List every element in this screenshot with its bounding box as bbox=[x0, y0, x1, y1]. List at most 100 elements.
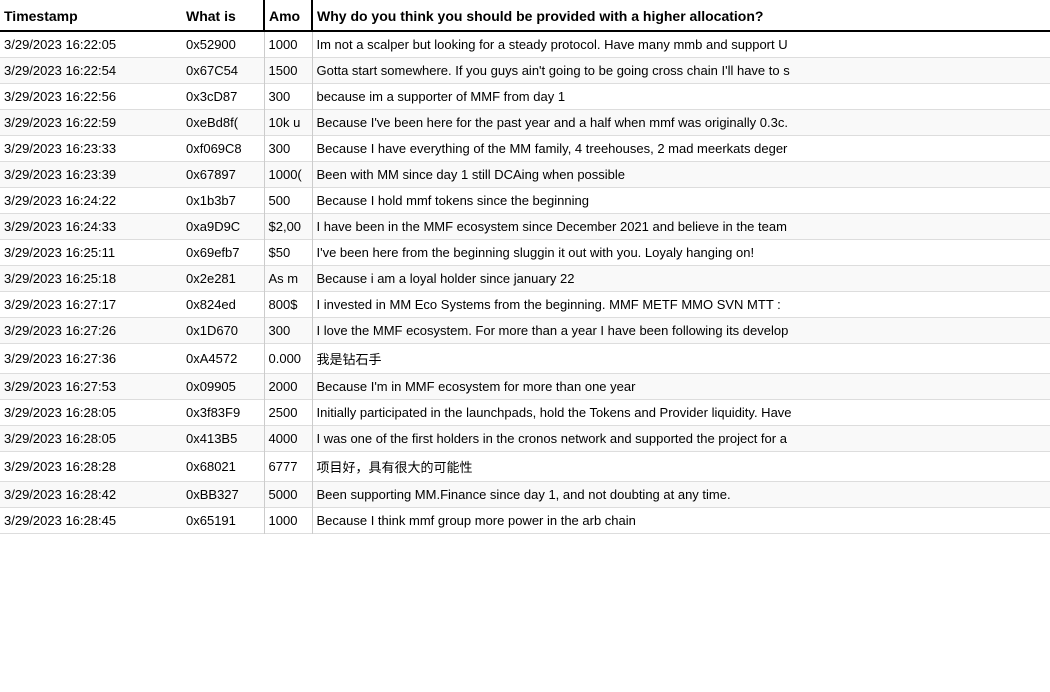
cell-whatis: 0xeBd8f( bbox=[182, 110, 264, 136]
cell-timestamp: 3/29/2023 16:27:26 bbox=[0, 318, 182, 344]
table-row: 3/29/2023 16:25:110x69efb7$50I've been h… bbox=[0, 240, 1050, 266]
cell-whatis: 0x09905 bbox=[182, 374, 264, 400]
cell-reason: Because I'm in MMF ecosystem for more th… bbox=[312, 374, 1050, 400]
cell-reason: 项目好，具有很大的可能性 bbox=[312, 452, 1050, 482]
cell-amount: 300 bbox=[264, 318, 312, 344]
cell-whatis: 0xBB327 bbox=[182, 482, 264, 508]
cell-reason: I invested in MM Eco Systems from the be… bbox=[312, 292, 1050, 318]
cell-timestamp: 3/29/2023 16:22:56 bbox=[0, 84, 182, 110]
cell-timestamp: 3/29/2023 16:23:33 bbox=[0, 136, 182, 162]
cell-reason: Been supporting MM.Finance since day 1, … bbox=[312, 482, 1050, 508]
table-row: 3/29/2023 16:23:330xf069C8300Because I h… bbox=[0, 136, 1050, 162]
cell-amount: 0.000 bbox=[264, 344, 312, 374]
table-row: 3/29/2023 16:22:540x67C541500Gotta start… bbox=[0, 58, 1050, 84]
table-row: 3/29/2023 16:27:260x1D670300I love the M… bbox=[0, 318, 1050, 344]
cell-whatis: 0x3f83F9 bbox=[182, 400, 264, 426]
cell-whatis: 0x67897 bbox=[182, 162, 264, 188]
cell-timestamp: 3/29/2023 16:28:05 bbox=[0, 426, 182, 452]
cell-reason: Because I have everything of the MM fami… bbox=[312, 136, 1050, 162]
cell-whatis: 0x68021 bbox=[182, 452, 264, 482]
cell-timestamp: 3/29/2023 16:22:05 bbox=[0, 31, 182, 58]
cell-reason: 我是钻石手 bbox=[312, 344, 1050, 374]
cell-whatis: 0xa9D9C bbox=[182, 214, 264, 240]
cell-whatis: 0x1b3b7 bbox=[182, 188, 264, 214]
cell-amount: 300 bbox=[264, 84, 312, 110]
header-whatis: What is bbox=[182, 0, 264, 31]
cell-amount: 1000( bbox=[264, 162, 312, 188]
cell-whatis: 0x52900 bbox=[182, 31, 264, 58]
table-row: 3/29/2023 16:27:360xA45720.000我是钻石手 bbox=[0, 344, 1050, 374]
cell-timestamp: 3/29/2023 16:24:33 bbox=[0, 214, 182, 240]
table-header-row: Timestamp What is Amo Why do you think y… bbox=[0, 0, 1050, 31]
cell-amount: 10k u bbox=[264, 110, 312, 136]
table-row: 3/29/2023 16:28:420xBB3275000Been suppor… bbox=[0, 482, 1050, 508]
cell-reason: Because I've been here for the past year… bbox=[312, 110, 1050, 136]
cell-timestamp: 3/29/2023 16:23:39 bbox=[0, 162, 182, 188]
cell-whatis: 0xf069C8 bbox=[182, 136, 264, 162]
cell-timestamp: 3/29/2023 16:28:05 bbox=[0, 400, 182, 426]
cell-reason: Gotta start somewhere. If you guys ain't… bbox=[312, 58, 1050, 84]
table-row: 3/29/2023 16:28:050x413B54000I was one o… bbox=[0, 426, 1050, 452]
cell-amount: 2500 bbox=[264, 400, 312, 426]
cell-whatis: 0x1D670 bbox=[182, 318, 264, 344]
table-row: 3/29/2023 16:27:170x824ed800$I invested … bbox=[0, 292, 1050, 318]
cell-reason: Because i am a loyal holder since januar… bbox=[312, 266, 1050, 292]
cell-whatis: 0x67C54 bbox=[182, 58, 264, 84]
cell-amount: 4000 bbox=[264, 426, 312, 452]
cell-reason: Been with MM since day 1 still DCAing wh… bbox=[312, 162, 1050, 188]
table-row: 3/29/2023 16:22:050x529001000Im not a sc… bbox=[0, 31, 1050, 58]
cell-reason: because im a supporter of MMF from day 1 bbox=[312, 84, 1050, 110]
header-amount: Amo bbox=[264, 0, 312, 31]
cell-amount: 500 bbox=[264, 188, 312, 214]
table-row: 3/29/2023 16:24:220x1b3b7500Because I ho… bbox=[0, 188, 1050, 214]
table-row: 3/29/2023 16:23:390x678971000(Been with … bbox=[0, 162, 1050, 188]
cell-timestamp: 3/29/2023 16:22:59 bbox=[0, 110, 182, 136]
cell-amount: 1500 bbox=[264, 58, 312, 84]
main-table-container: Timestamp What is Amo Why do you think y… bbox=[0, 0, 1050, 534]
table-row: 3/29/2023 16:24:330xa9D9C$2,00I have bee… bbox=[0, 214, 1050, 240]
cell-whatis: 0x413B5 bbox=[182, 426, 264, 452]
cell-timestamp: 3/29/2023 16:27:17 bbox=[0, 292, 182, 318]
cell-amount: $2,00 bbox=[264, 214, 312, 240]
table-row: 3/29/2023 16:28:050x3f83F92500Initially … bbox=[0, 400, 1050, 426]
cell-amount: $50 bbox=[264, 240, 312, 266]
table-row: 3/29/2023 16:28:450x651911000Because I t… bbox=[0, 508, 1050, 534]
cell-reason: I was one of the first holders in the cr… bbox=[312, 426, 1050, 452]
cell-timestamp: 3/29/2023 16:22:54 bbox=[0, 58, 182, 84]
cell-timestamp: 3/29/2023 16:24:22 bbox=[0, 188, 182, 214]
cell-timestamp: 3/29/2023 16:25:18 bbox=[0, 266, 182, 292]
cell-timestamp: 3/29/2023 16:25:11 bbox=[0, 240, 182, 266]
table-row: 3/29/2023 16:25:180x2e281As mBecause i a… bbox=[0, 266, 1050, 292]
cell-amount: 300 bbox=[264, 136, 312, 162]
cell-whatis: 0x824ed bbox=[182, 292, 264, 318]
cell-reason: Because I think mmf group more power in … bbox=[312, 508, 1050, 534]
header-reason: Why do you think you should be provided … bbox=[312, 0, 1050, 31]
cell-whatis: 0xA4572 bbox=[182, 344, 264, 374]
cell-whatis: 0x65191 bbox=[182, 508, 264, 534]
cell-amount: As m bbox=[264, 266, 312, 292]
cell-timestamp: 3/29/2023 16:27:53 bbox=[0, 374, 182, 400]
cell-amount: 6777 bbox=[264, 452, 312, 482]
cell-whatis: 0x3cD87 bbox=[182, 84, 264, 110]
cell-amount: 1000 bbox=[264, 508, 312, 534]
cell-whatis: 0x69efb7 bbox=[182, 240, 264, 266]
cell-reason: Im not a scalper but looking for a stead… bbox=[312, 31, 1050, 58]
cell-amount: 1000 bbox=[264, 31, 312, 58]
cell-amount: 5000 bbox=[264, 482, 312, 508]
cell-reason: Initially participated in the launchpads… bbox=[312, 400, 1050, 426]
cell-timestamp: 3/29/2023 16:28:42 bbox=[0, 482, 182, 508]
cell-whatis: 0x2e281 bbox=[182, 266, 264, 292]
table-row: 3/29/2023 16:27:530x099052000Because I'm… bbox=[0, 374, 1050, 400]
cell-timestamp: 3/29/2023 16:28:28 bbox=[0, 452, 182, 482]
cell-timestamp: 3/29/2023 16:28:45 bbox=[0, 508, 182, 534]
table-row: 3/29/2023 16:22:560x3cD87300because im a… bbox=[0, 84, 1050, 110]
cell-reason: I have been in the MMF ecosystem since D… bbox=[312, 214, 1050, 240]
cell-amount: 800$ bbox=[264, 292, 312, 318]
cell-reason: I love the MMF ecosystem. For more than … bbox=[312, 318, 1050, 344]
cell-amount: 2000 bbox=[264, 374, 312, 400]
data-table: Timestamp What is Amo Why do you think y… bbox=[0, 0, 1050, 534]
table-row: 3/29/2023 16:22:590xeBd8f(10k uBecause I… bbox=[0, 110, 1050, 136]
table-row: 3/29/2023 16:28:280x680216777项目好，具有很大的可能… bbox=[0, 452, 1050, 482]
header-timestamp: Timestamp bbox=[0, 0, 182, 31]
cell-reason: Because I hold mmf tokens since the begi… bbox=[312, 188, 1050, 214]
